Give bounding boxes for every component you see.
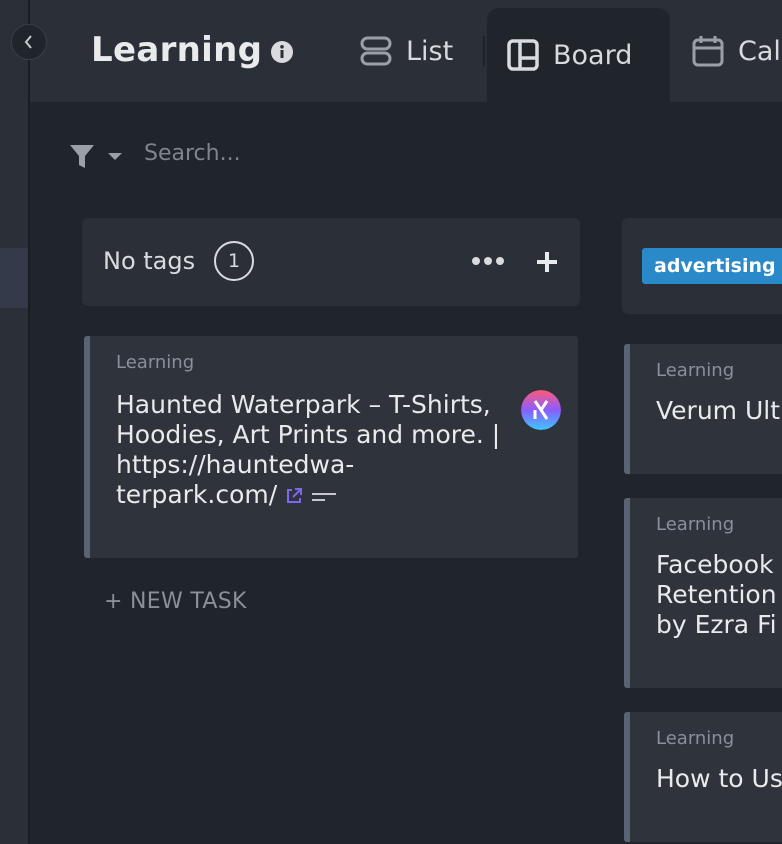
task-count-badge: 1	[214, 241, 254, 281]
description-icon	[312, 493, 337, 501]
card-list-name: Learning	[116, 352, 195, 373]
info-icon[interactable]	[271, 41, 293, 63]
collapse-sidebar-button[interactable]	[11, 24, 47, 60]
sidebar-selected-item[interactable]	[0, 248, 28, 308]
tab-separator	[483, 36, 485, 66]
new-task-button[interactable]: + NEW TASK	[104, 589, 247, 614]
more-options-icon[interactable]	[471, 256, 505, 266]
tab-board-label: Board	[553, 39, 633, 71]
tab-calendar-label: Cal	[738, 35, 781, 67]
filter-button[interactable]	[70, 143, 126, 175]
task-card[interactable]: Learning How to Us	[624, 712, 782, 842]
tab-board[interactable]: Board	[487, 8, 670, 102]
external-link-icon[interactable]	[285, 487, 303, 505]
card-list-name: Learning	[656, 728, 735, 749]
assignee-avatar[interactable]	[521, 390, 561, 430]
card-list-name: Learning	[656, 514, 735, 535]
tab-list[interactable]: List	[360, 0, 453, 102]
card-title[interactable]: Facebook Retention by Ezra Fi	[656, 550, 782, 640]
column-header-no-tags: No tags 1	[82, 218, 580, 306]
column-title: No tags	[103, 247, 196, 275]
search-input[interactable]: Search...	[144, 141, 241, 166]
tag-badge[interactable]: advertising	[642, 248, 782, 284]
tab-list-label: List	[406, 35, 454, 67]
filter-icon	[70, 145, 122, 168]
task-card[interactable]: Learning Haunted Waterpark – T-Shirts, H…	[84, 336, 578, 558]
card-title[interactable]: Verum Ult	[656, 396, 782, 426]
task-card[interactable]: Learning Facebook Retention by Ezra Fi	[624, 498, 782, 688]
page-title: Learning	[91, 30, 263, 70]
task-card[interactable]: Learning Verum Ult	[624, 344, 782, 474]
column-header-advertising: advertising	[622, 218, 782, 314]
add-task-icon[interactable]	[536, 251, 558, 273]
board-icon	[507, 39, 539, 71]
list-icon	[360, 36, 392, 66]
tab-calendar[interactable]: Cal	[692, 0, 781, 102]
chevron-left-icon	[24, 35, 32, 49]
sidebar-divider	[28, 0, 30, 844]
view-header: Learning List Board Cal	[30, 0, 782, 102]
left-sidebar	[0, 0, 28, 844]
card-title[interactable]: How to Us	[656, 764, 782, 794]
calendar-icon	[692, 36, 724, 67]
card-list-name: Learning	[656, 360, 735, 381]
